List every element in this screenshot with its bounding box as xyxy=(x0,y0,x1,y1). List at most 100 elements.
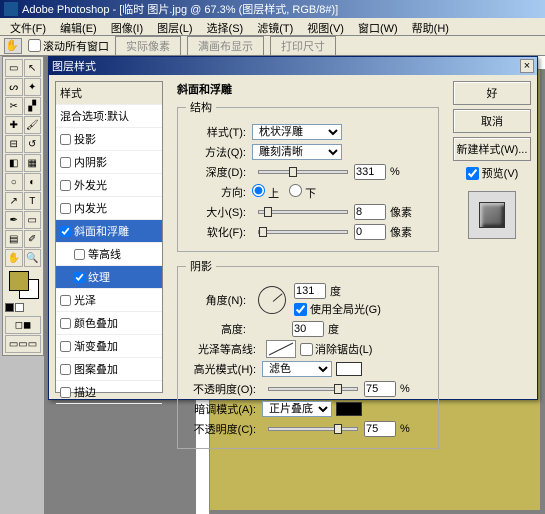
altitude-label: 高度: xyxy=(186,321,246,337)
technique-label: 方法(Q): xyxy=(186,144,246,160)
print-size-button[interactable]: 打印尺寸 xyxy=(270,36,336,56)
style-select[interactable]: 枕状浮雕 xyxy=(252,124,342,140)
shadow-opacity-input[interactable] xyxy=(364,421,396,437)
depth-input[interactable] xyxy=(354,164,386,180)
menu-file[interactable]: 文件(F) xyxy=(4,20,52,33)
menu-help[interactable]: 帮助(H) xyxy=(406,20,455,33)
brush-tool[interactable]: 🖌 xyxy=(24,116,42,134)
altitude-input[interactable] xyxy=(292,321,324,337)
preview-checkbox[interactable] xyxy=(466,167,479,180)
structure-legend: 结构 xyxy=(186,99,216,115)
menu-edit[interactable]: 编辑(E) xyxy=(54,20,103,33)
fit-screen-button[interactable]: 满画布显示 xyxy=(187,36,264,56)
highlight-mode-select[interactable]: 滤色 xyxy=(262,361,332,377)
hand-tool[interactable]: ✋ xyxy=(5,249,23,267)
style-label: 样式(T): xyxy=(186,124,246,140)
drop-shadow-item[interactable]: 投影 xyxy=(56,128,162,151)
option-bar: ✋ 滚动所有窗口 实际像素 满画布显示 打印尺寸 xyxy=(0,36,545,56)
app-title: Adobe Photoshop - [临时 图片.jpg @ 67.3% (图层… xyxy=(22,1,338,17)
blur-tool[interactable]: ○ xyxy=(5,173,23,191)
styles-list: 样式 混合选项:默认 投影 内阴影 外发光 内发光 斜面和浮雕 等高线 纹理 光… xyxy=(55,81,163,393)
type-tool[interactable]: T xyxy=(24,192,42,210)
highlight-opacity-label: 不透明度(O): xyxy=(186,381,256,397)
shadow-opacity-slider[interactable] xyxy=(268,427,358,431)
wand-tool[interactable]: ✦ xyxy=(24,78,42,96)
gloss-label: 光泽等高线: xyxy=(186,341,256,357)
history-brush-tool[interactable]: ↺ xyxy=(24,135,42,153)
soften-input[interactable] xyxy=(354,224,386,240)
pattern-overlay-item[interactable]: 图案叠加 xyxy=(56,358,162,381)
depth-slider[interactable] xyxy=(258,170,348,174)
color-swatches[interactable] xyxy=(5,271,41,301)
crop-tool[interactable]: ✂ xyxy=(5,97,23,115)
dodge-tool[interactable]: ◐ xyxy=(24,173,42,191)
color-overlay-item[interactable]: 颜色叠加 xyxy=(56,312,162,335)
heal-tool[interactable]: ✚ xyxy=(5,116,23,134)
scroll-all-checkbox[interactable] xyxy=(28,39,41,52)
gradient-overlay-item[interactable]: 渐变叠加 xyxy=(56,335,162,358)
close-button[interactable]: × xyxy=(520,59,534,73)
menu-image[interactable]: 图像(I) xyxy=(105,20,149,33)
dir-down-radio[interactable] xyxy=(289,184,302,197)
menu-select[interactable]: 选择(S) xyxy=(201,20,250,33)
menu-layer[interactable]: 图层(L) xyxy=(151,20,198,33)
size-input[interactable] xyxy=(354,204,386,220)
texture-item[interactable]: 纹理 xyxy=(56,266,162,289)
satin-item[interactable]: 光泽 xyxy=(56,289,162,312)
global-light-checkbox[interactable] xyxy=(294,303,307,316)
shadow-mode-select[interactable]: 正片叠底 xyxy=(262,401,332,417)
soften-slider[interactable] xyxy=(258,230,348,234)
preview-label: 预览(V) xyxy=(482,165,519,181)
ok-button[interactable]: 好 xyxy=(453,81,531,105)
styles-header[interactable]: 样式 xyxy=(56,82,162,105)
contour-item[interactable]: 等高线 xyxy=(56,243,162,266)
notes-tool[interactable]: ▤ xyxy=(5,230,23,248)
gradient-tool[interactable]: ▦ xyxy=(24,154,42,172)
marquee-tool[interactable]: ▭ xyxy=(5,59,23,77)
shadow-color[interactable] xyxy=(336,402,362,416)
shape-tool[interactable]: ▭ xyxy=(24,211,42,229)
menu-filter[interactable]: 滤镜(T) xyxy=(251,20,299,33)
settings-panel: 斜面和浮雕 结构 样式(T):枕状浮雕 方法(Q):雕刻清晰 深度(D):% 方… xyxy=(169,75,447,399)
structure-group: 结构 样式(T):枕状浮雕 方法(Q):雕刻清晰 深度(D):% 方向: 上 下… xyxy=(177,99,439,252)
highlight-color[interactable] xyxy=(336,362,362,376)
zoom-tool[interactable]: 🔍 xyxy=(24,249,42,267)
eraser-tool[interactable]: ◧ xyxy=(5,154,23,172)
blend-options-item[interactable]: 混合选项:默认 xyxy=(56,105,162,128)
eyedropper-tool[interactable]: ✐ xyxy=(24,230,42,248)
bevel-emboss-item[interactable]: 斜面和浮雕 xyxy=(56,220,162,243)
dir-up-radio[interactable] xyxy=(252,184,265,197)
technique-select[interactable]: 雕刻清晰 xyxy=(252,144,342,160)
inner-glow-item[interactable]: 内发光 xyxy=(56,197,162,220)
menu-window[interactable]: 窗口(W) xyxy=(352,20,404,33)
angle-wheel[interactable] xyxy=(258,286,286,314)
antialias-checkbox[interactable] xyxy=(300,343,313,356)
size-slider[interactable] xyxy=(258,210,348,214)
angle-input[interactable] xyxy=(294,283,326,299)
quickmask-toggle[interactable]: ◻◼ xyxy=(5,316,41,334)
stroke-item[interactable]: 描边 xyxy=(56,381,162,404)
outer-glow-item[interactable]: 外发光 xyxy=(56,174,162,197)
menubar: 文件(F) 编辑(E) 图像(I) 图层(L) 选择(S) 滤镜(T) 视图(V… xyxy=(0,18,545,36)
shadow-opacity-label: 不透明度(C): xyxy=(186,421,256,437)
dialog-titlebar[interactable]: 图层样式 × xyxy=(49,57,537,75)
gloss-contour-picker[interactable] xyxy=(266,340,296,358)
highlight-opacity-input[interactable] xyxy=(364,381,396,397)
hand-tool-icon[interactable]: ✋ xyxy=(4,38,22,54)
pen-tool[interactable]: ✒ xyxy=(5,211,23,229)
shading-legend: 阴影 xyxy=(186,258,216,274)
highlight-opacity-slider[interactable] xyxy=(268,387,358,391)
foreground-color[interactable] xyxy=(9,271,29,291)
cancel-button[interactable]: 取消 xyxy=(453,109,531,133)
actual-pixels-button[interactable]: 实际像素 xyxy=(115,36,181,56)
slice-tool[interactable]: ▞ xyxy=(24,97,42,115)
screenmode-toggle[interactable]: ▭▭▭ xyxy=(5,335,41,353)
menu-view[interactable]: 视图(V) xyxy=(301,20,350,33)
move-tool[interactable]: ↖ xyxy=(24,59,42,77)
lasso-tool[interactable]: ᔕ xyxy=(5,78,23,96)
path-tool[interactable]: ↗ xyxy=(5,192,23,210)
new-style-button[interactable]: 新建样式(W)... xyxy=(453,137,531,161)
inner-shadow-item[interactable]: 内阴影 xyxy=(56,151,162,174)
stamp-tool[interactable]: ⊟ xyxy=(5,135,23,153)
angle-label: 角度(N): xyxy=(186,292,246,308)
